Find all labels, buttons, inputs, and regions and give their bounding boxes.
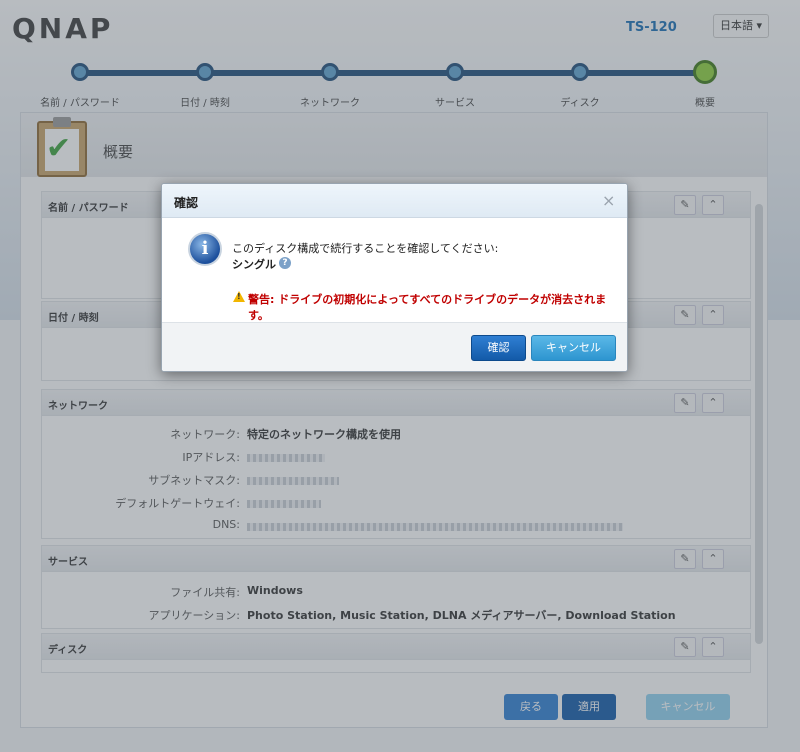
- confirm-button[interactable]: 確認: [471, 335, 526, 361]
- cancel-button[interactable]: キャンセル: [531, 335, 616, 361]
- dialog-footer: 確認 キャンセル: [162, 322, 627, 371]
- close-icon[interactable]: ×: [602, 191, 615, 210]
- info-icon: i: [188, 232, 222, 266]
- confirm-dialog: 確認 × i このディスク構成で続行することを確認してください: シングル ? …: [161, 183, 628, 372]
- warning-text: 警告: ドライブの初期化によってすべてのドライブのデータが消去されます。: [248, 293, 607, 322]
- modal-overlay: [0, 0, 800, 752]
- disk-config-value: シングル: [232, 258, 276, 271]
- warning-icon: !: [233, 291, 245, 302]
- help-icon[interactable]: ?: [279, 257, 291, 269]
- dialog-title: 確認: [174, 196, 199, 210]
- dialog-message: このディスク構成で続行することを確認してください:: [232, 242, 499, 255]
- dialog-header: 確認 ×: [162, 184, 627, 218]
